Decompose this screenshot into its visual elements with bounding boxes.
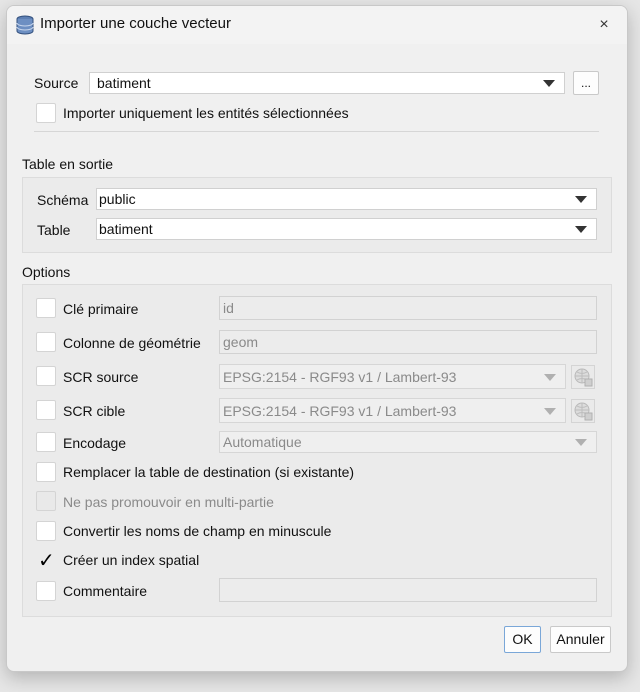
target-crs-label: SCR cible <box>63 403 126 419</box>
close-button[interactable]: × <box>593 14 615 36</box>
chevron-down-icon <box>544 408 556 415</box>
source-crs-value: EPSG:2154 - RGF93 v1 / Lambert-93 <box>223 369 457 385</box>
chevron-down-icon <box>575 226 587 233</box>
separator <box>34 131 599 132</box>
comment-label: Commentaire <box>63 583 148 599</box>
chevron-down-icon <box>543 80 555 87</box>
comment-field[interactable] <box>219 578 597 602</box>
replace-table-label: Remplacer la table de destination (si ex… <box>63 464 355 480</box>
spatial-index-checkbox[interactable]: ✓ <box>36 550 56 572</box>
source-crs-checkbox[interactable] <box>36 366 56 386</box>
title-bar: Importer une couche vecteur × <box>7 6 627 44</box>
table-combo[interactable]: batiment <box>96 218 597 240</box>
target-crs-combo[interactable]: EPSG:2154 - RGF93 v1 / Lambert-93 <box>219 398 566 423</box>
geometry-column-field[interactable]: geom <box>219 330 597 354</box>
primary-key-value: id <box>223 300 234 316</box>
chevron-down-icon <box>575 196 587 203</box>
geometry-column-checkbox[interactable] <box>36 332 56 352</box>
encoding-checkbox[interactable] <box>36 432 56 452</box>
spatial-index-label: Créer un index spatial <box>63 552 200 568</box>
dialog-title: Importer une couche vecteur <box>40 15 231 32</box>
lowercase-fields-checkbox[interactable] <box>36 521 56 541</box>
comment-checkbox[interactable] <box>36 581 56 601</box>
primary-key-field[interactable]: id <box>219 296 597 320</box>
crs-selector-icon[interactable] <box>571 365 595 389</box>
geometry-column-value: geom <box>223 334 259 350</box>
schema-label: Schéma <box>37 192 89 208</box>
import-vector-layer-dialog: Importer une couche vecteur × Source bat… <box>6 5 628 672</box>
encoding-value: Automatique <box>223 434 302 450</box>
encoding-combo[interactable]: Automatique <box>219 431 597 453</box>
source-crs-combo[interactable]: EPSG:2154 - RGF93 v1 / Lambert-93 <box>219 364 566 389</box>
no-multipart-label: Ne pas promouvoir en multi-partie <box>63 494 274 510</box>
lowercase-fields-label: Convertir les noms de champ en minuscule <box>63 523 332 539</box>
no-multipart-checkbox[interactable] <box>36 491 56 511</box>
cancel-button[interactable]: Annuler <box>550 626 611 653</box>
source-value: batiment <box>97 75 151 91</box>
checkmark-icon: ✓ <box>38 550 55 572</box>
schema-combo[interactable]: public <box>96 188 597 210</box>
chevron-down-icon <box>544 374 556 381</box>
table-label: Table <box>37 222 71 238</box>
primary-key-checkbox[interactable] <box>36 298 56 318</box>
target-crs-checkbox[interactable] <box>36 400 56 420</box>
database-icon <box>16 15 34 35</box>
source-label: Source <box>34 75 79 91</box>
table-value: batiment <box>99 221 153 237</box>
source-crs-label: SCR source <box>63 369 139 385</box>
source-combo[interactable]: batiment <box>89 72 565 94</box>
browse-source-button[interactable]: ... <box>573 71 599 95</box>
options-section-label: Options <box>22 264 71 280</box>
chevron-down-icon <box>575 439 587 446</box>
crs-selector-icon[interactable] <box>571 399 595 423</box>
primary-key-label: Clé primaire <box>63 301 139 317</box>
only-selected-checkbox[interactable] <box>36 103 56 123</box>
encoding-label: Encodage <box>63 435 127 451</box>
target-crs-value: EPSG:2154 - RGF93 v1 / Lambert-93 <box>223 403 457 419</box>
geometry-column-label: Colonne de géométrie <box>63 335 201 351</box>
replace-table-checkbox[interactable] <box>36 462 56 482</box>
ok-button[interactable]: OK <box>504 626 541 653</box>
only-selected-label: Importer uniquement les entités sélectio… <box>63 105 349 121</box>
output-section-label: Table en sortie <box>22 156 114 172</box>
schema-value: public <box>99 191 136 207</box>
